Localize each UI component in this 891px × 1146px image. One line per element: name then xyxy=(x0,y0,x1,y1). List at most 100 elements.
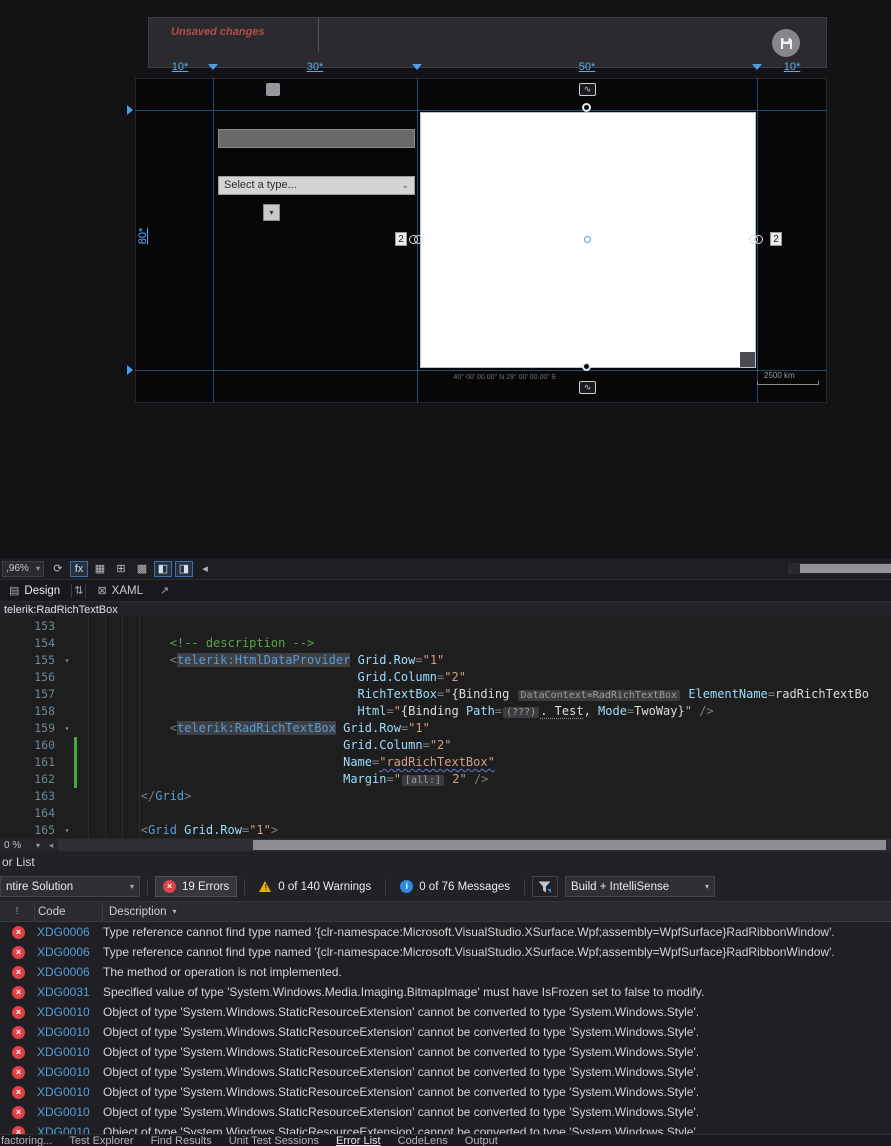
error-code[interactable]: XDG0006 xyxy=(37,925,103,939)
messages-filter-button[interactable]: i 0 of 76 Messages xyxy=(393,876,517,897)
scrollbar-thumb[interactable] xyxy=(253,840,886,850)
error-row[interactable]: × XDG0010 Object of type 'System.Windows.S… xyxy=(0,1022,891,1042)
panel-tab-find-results[interactable]: Find Results xyxy=(151,1135,212,1146)
error-row[interactable]: × XDG0010 Object of type 'System.Windows.S… xyxy=(0,1062,891,1082)
xaml-designer-canvas[interactable]: Unsaved changes 10* 30* 50* 10* 80* Sele… xyxy=(0,0,891,558)
xaml-code-editor[interactable]: 153 154 <!-- description --> 155 ▾ <telerik… xyxy=(0,618,891,838)
snap-to-snaplines-icon[interactable]: ◧ xyxy=(154,560,172,577)
error-code[interactable]: XDG0010 xyxy=(37,1085,103,1099)
line-number[interactable]: 158 xyxy=(0,703,60,720)
line-number[interactable]: 161 xyxy=(0,754,60,771)
error-row[interactable]: × XDG0010 Object of type 'System.Windows.S… xyxy=(0,1082,891,1102)
editor-hscrollbar[interactable] xyxy=(58,839,890,851)
warnings-filter-button[interactable]: ! 0 of 140 Warnings xyxy=(252,876,378,897)
designer-hscrollbar[interactable] xyxy=(788,563,891,574)
error-row[interactable]: × XDG0010 Object of type 'System.Windows.S… xyxy=(0,1102,891,1122)
line-number[interactable]: 162 xyxy=(0,771,60,788)
scope-filter-dropdown[interactable]: ntire Solution ▾ xyxy=(0,876,140,897)
scroll-left-icon[interactable]: ◂ xyxy=(44,840,58,851)
error-row[interactable]: × XDG0010 Object of type 'System.Windows.S… xyxy=(0,1042,891,1062)
line-number[interactable]: 154 xyxy=(0,635,60,652)
save-icon[interactable] xyxy=(772,29,800,57)
error-row[interactable]: × XDG0006 Type reference cannot find type … xyxy=(0,942,891,962)
error-row[interactable]: × XDG0010 Object of type 'System.Windows.S… xyxy=(0,1122,891,1134)
column-width-label[interactable]: 50* xyxy=(579,61,596,73)
error-code[interactable]: XDG0010 xyxy=(37,1105,103,1119)
breadcrumb[interactable]: telerik:RadRichTextBox xyxy=(0,602,891,618)
row-height-label[interactable]: 80* xyxy=(137,221,149,251)
line-number[interactable]: 163 xyxy=(0,788,60,805)
grid-row-marker-icon[interactable] xyxy=(127,365,133,375)
error-code[interactable]: XDG0031 xyxy=(37,985,103,999)
column-width-label[interactable]: 10* xyxy=(172,61,189,73)
error-code[interactable]: XDG0006 xyxy=(37,945,103,959)
fold-marker-icon[interactable]: ▾ xyxy=(60,720,74,737)
breadcrumb-element[interactable]: telerik:RadRichTextBox xyxy=(4,604,118,616)
description-column-header[interactable]: Description ▾ xyxy=(102,902,891,921)
grid-column-marker-icon[interactable] xyxy=(752,64,762,70)
severity-column-header[interactable]: ! xyxy=(0,906,34,917)
line-number[interactable]: 165 xyxy=(0,822,60,838)
error-code[interactable]: XDG0010 xyxy=(37,1065,103,1079)
top-handle-icon[interactable] xyxy=(582,103,591,112)
line-number[interactable]: 153 xyxy=(0,618,60,635)
line-number[interactable]: 159 xyxy=(0,720,60,737)
popout-icon[interactable]: ↗ xyxy=(160,584,169,597)
swap-panes-icon[interactable]: ⇅ xyxy=(74,584,83,597)
panel-tab-codelens[interactable]: CodeLens xyxy=(398,1135,448,1146)
margin-chain-icon[interactable] xyxy=(749,235,763,244)
show-gridlines-icon[interactable]: ⊞ xyxy=(112,561,130,577)
error-row[interactable]: × XDG0006 The method or operation is not i… xyxy=(0,962,891,982)
grid-column-marker-icon[interactable] xyxy=(412,64,422,70)
code-column-header[interactable]: Code xyxy=(34,902,102,921)
panel-tab-factoring-[interactable]: factoring... xyxy=(1,1135,52,1146)
snap-to-grid-icon[interactable]: ▩ xyxy=(133,561,151,577)
designed-richtextbox[interactable] xyxy=(420,112,756,368)
margin-right-badge[interactable]: 2 xyxy=(770,232,782,246)
effects-icon[interactable]: fx xyxy=(70,560,88,577)
column-width-label[interactable]: 30* xyxy=(307,61,324,73)
collapse-arrow-icon[interactable]: ◂ xyxy=(196,561,214,577)
error-row[interactable]: × XDG0010 Object of type 'System.Windows.S… xyxy=(0,1002,891,1022)
bottom-handle-icon[interactable] xyxy=(582,362,591,371)
tab-design[interactable]: ▤ Design xyxy=(0,580,69,601)
show-grid-icon[interactable]: ▦ xyxy=(91,561,109,577)
designed-textbox[interactable] xyxy=(218,129,415,148)
filter-button[interactable] xyxy=(531,876,558,897)
fold-marker-icon[interactable]: ▾ xyxy=(60,822,74,838)
anchor-indicator-icon[interactable]: ∿ xyxy=(579,381,596,394)
margin-chain-icon[interactable] xyxy=(409,235,423,244)
error-code[interactable]: XDG0010 xyxy=(37,1005,103,1019)
error-code[interactable]: XDG0010 xyxy=(37,1025,103,1039)
show-annotations-icon[interactable]: ◨ xyxy=(175,560,193,577)
error-code[interactable]: XDG0010 xyxy=(37,1125,103,1134)
designed-dropdown-button[interactable]: ▾ xyxy=(263,204,280,221)
center-handle-icon[interactable] xyxy=(584,236,591,243)
margin-left-badge[interactable]: 2 xyxy=(395,232,407,246)
designed-combobox[interactable]: Select a type... ⌄ xyxy=(218,176,415,195)
tab-xaml[interactable]: ⊠ XAML xyxy=(88,580,152,601)
line-number[interactable]: 157 xyxy=(0,686,60,703)
resize-grip[interactable] xyxy=(740,352,755,367)
error-code[interactable]: XDG0010 xyxy=(37,1045,103,1059)
refresh-icon[interactable]: ⟳ xyxy=(49,561,67,577)
line-number[interactable]: 156 xyxy=(0,669,60,686)
line-number[interactable]: 160 xyxy=(0,737,60,754)
panel-tab-test-explorer[interactable]: Test Explorer xyxy=(69,1135,133,1146)
panel-tab-error-list[interactable]: Error List xyxy=(336,1135,381,1146)
editor-zoom-select[interactable]: 0 % ▾ xyxy=(0,840,44,851)
grid-column-marker-icon[interactable] xyxy=(208,64,218,70)
anchor-indicator-icon[interactable]: ∿ xyxy=(579,83,596,96)
source-filter-dropdown[interactable]: Build + IntelliSense ▾ xyxy=(564,876,715,897)
error-row[interactable]: × XDG0031 Specified value of type 'System.… xyxy=(0,982,891,1002)
line-number[interactable]: 164 xyxy=(0,805,60,822)
panel-tab-unit-test-sessions[interactable]: Unit Test Sessions xyxy=(229,1135,319,1146)
designer-zoom-select[interactable]: ,96% ▾ xyxy=(2,560,44,577)
line-number[interactable]: 155 xyxy=(0,652,60,669)
grid-row-marker-icon[interactable] xyxy=(127,105,133,115)
errors-filter-button[interactable]: × 19 Errors xyxy=(155,876,238,897)
error-row[interactable]: × XDG0006 Type reference cannot find type … xyxy=(0,922,891,942)
error-code[interactable]: XDG0006 xyxy=(37,965,103,979)
panel-tab-output[interactable]: Output xyxy=(465,1135,498,1146)
column-width-label[interactable]: 10* xyxy=(784,61,801,73)
